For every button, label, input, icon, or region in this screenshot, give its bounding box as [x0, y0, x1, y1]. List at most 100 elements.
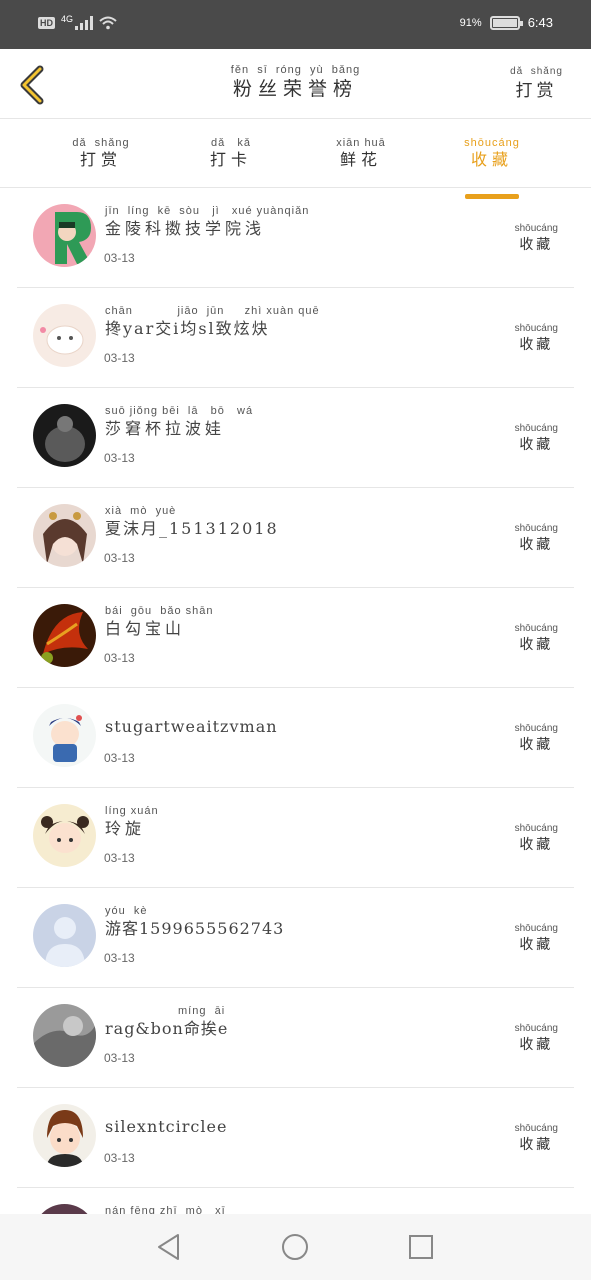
favorite-text: 收藏	[519, 437, 554, 453]
date: 03-13	[104, 451, 135, 465]
user-name-text: 金陵科擞技学院浅	[105, 219, 266, 238]
list-item[interactable]: yóu kè 游客1599655562743 03-13 shōucáng 收藏	[17, 888, 574, 988]
tab-bar: dǎ shǎng 打赏 dǎ kǎ 打卡 xiān huā 鲜花 shōucán…	[0, 120, 591, 199]
signal-indicators: HD 4G	[38, 14, 117, 30]
battery-percent: 91%	[459, 16, 482, 29]
title-text: 粉丝荣誉榜	[232, 78, 358, 100]
avatar	[33, 1104, 96, 1167]
user-name-pinyin: jīn líng kē sòu jì xué yuànqiǎn	[105, 205, 310, 217]
user-name-text: 莎窘杯拉波娃	[105, 419, 226, 438]
favorite-text: 收藏	[519, 837, 554, 853]
avatar	[33, 804, 96, 867]
tab-reward-pinyin: dǎ shǎng	[72, 137, 130, 149]
user-name-pinyin: suō jiǒng bēi lā bō wá	[105, 405, 254, 417]
user-name-pinyin: chān jiāo jūn zhì xuàn quē	[105, 305, 320, 317]
user-name-pinyin: bái gōu bǎo shān	[105, 605, 214, 617]
reward-pinyin: dǎ shǎng	[510, 66, 563, 77]
favorite-text: 收藏	[519, 937, 554, 953]
favorite-pinyin: shōucáng	[514, 423, 558, 434]
user-name: chān jiāo jūn zhì xuàn quē 搀yar交i均sl致炫炔	[105, 304, 320, 340]
favorite-pinyin: shōucáng	[514, 723, 558, 734]
recents-square-icon[interactable]	[406, 1232, 436, 1262]
user-name-pinyin: líng xuán	[105, 805, 159, 817]
hd-badge: HD	[38, 17, 55, 29]
list-item[interactable]: stugartweaitzvman 03-13 shōucáng 收藏	[17, 688, 574, 788]
favorite-label: shōucáng 收藏	[515, 622, 558, 654]
network-gen: 4G	[61, 14, 74, 24]
user-name: jīn líng kē sòu jì xué yuànqiǎn 金陵科擞技学院浅	[105, 204, 309, 240]
favorite-text: 收藏	[519, 1137, 554, 1153]
favorite-label: shōucáng 收藏	[515, 222, 558, 254]
user-name-text: stugartweaitzvman	[105, 717, 278, 736]
tab-flowers-label: 鲜花	[339, 150, 382, 169]
tab-reward[interactable]: dǎ shǎng 打赏	[56, 136, 146, 170]
favorite-text: 收藏	[519, 737, 554, 753]
user-name-text: 搀yar交i均sl致炫炔	[105, 319, 270, 338]
date: 03-13	[104, 251, 135, 265]
avatar	[33, 504, 96, 567]
back-triangle-icon[interactable]	[154, 1232, 184, 1262]
date: 03-13	[104, 351, 135, 365]
tab-favorites-label: 收藏	[470, 150, 513, 169]
list-item[interactable]: chān jiāo jūn zhì xuàn quē 搀yar交i均sl致炫炔 …	[17, 288, 574, 388]
date: 03-13	[104, 751, 135, 765]
favorite-pinyin: shōucáng	[514, 323, 558, 334]
list-item[interactable]: míng āi rag&bon命挨e 03-13 shōucáng 收藏	[17, 988, 574, 1088]
date: 03-13	[104, 1151, 135, 1165]
tab-checkin[interactable]: dǎ kǎ 打卡	[186, 136, 276, 170]
home-circle-icon[interactable]	[280, 1232, 310, 1262]
battery-icon	[489, 15, 523, 30]
favorite-label: shōucáng 收藏	[515, 1122, 558, 1154]
favorite-text: 收藏	[519, 1037, 554, 1053]
list-item[interactable]: líng xuán 玲旋 03-13 shōucáng 收藏	[17, 788, 574, 888]
tab-reward-label: 打赏	[79, 150, 122, 169]
avatar	[33, 604, 96, 667]
favorite-label: shōucáng 收藏	[515, 322, 558, 354]
user-name: líng xuán 玲旋	[105, 804, 159, 840]
favorite-label: shōucáng 收藏	[515, 1022, 558, 1054]
reward-button[interactable]: dǎ shǎng 打赏	[510, 65, 563, 103]
user-name: míng āi rag&bon命挨e	[105, 1004, 228, 1040]
favorite-pinyin: shōucáng	[514, 523, 558, 534]
favorite-text: 收藏	[519, 637, 554, 653]
avatar	[33, 1004, 96, 1067]
page-header: fěn sī róng yù bǎng 粉丝荣誉榜 dǎ shǎng 打赏	[0, 49, 591, 119]
avatar	[33, 404, 96, 467]
favorite-label: shōucáng 收藏	[515, 522, 558, 554]
system-nav-bar	[0, 1214, 591, 1280]
list-item[interactable]: xià mò yuè 夏沫月_151312018 03-13 shōucáng …	[17, 488, 574, 588]
tab-favorites[interactable]: shōucáng 收藏	[447, 136, 537, 199]
favorite-text: 收藏	[519, 537, 554, 553]
date: 03-13	[104, 551, 135, 565]
tab-flowers[interactable]: xiān huā 鲜花	[316, 136, 406, 170]
favorite-label: shōucáng 收藏	[515, 922, 558, 954]
user-name-text: 白勾宝山	[105, 619, 186, 638]
user-name-pinyin: xià mò yuè	[105, 505, 177, 517]
avatar	[33, 304, 96, 367]
user-name-text: 游客1599655562743	[105, 919, 285, 938]
date: 03-13	[104, 651, 135, 665]
favorite-text: 收藏	[519, 337, 554, 353]
avatar	[33, 904, 96, 967]
avatar	[33, 704, 96, 767]
page-title: fěn sī róng yù bǎng 粉丝荣誉榜	[0, 63, 591, 101]
list-item[interactable]: jīn líng kē sòu jì xué yuànqiǎn 金陵科擞技学院浅…	[17, 188, 574, 288]
reward-label: 打赏	[515, 81, 558, 101]
list-item[interactable]: silexntcirclee 03-13 shōucáng 收藏	[17, 1088, 574, 1188]
user-name-text: rag&bon命挨e	[105, 1019, 229, 1038]
user-name-text: silexntcirclee	[105, 1117, 228, 1136]
tab-checkin-label: 打卡	[209, 150, 252, 169]
favorite-pinyin: shōucáng	[514, 1023, 558, 1034]
status-right: 91% 6:43	[460, 15, 553, 30]
date: 03-13	[104, 851, 135, 865]
avatar	[33, 204, 96, 267]
favorite-pinyin: shōucáng	[514, 1123, 558, 1134]
clock: 6:43	[527, 15, 553, 30]
user-name-text: 夏沫月_151312018	[105, 519, 279, 538]
tab-flowers-pinyin: xiān huā	[336, 137, 386, 149]
user-name-pinyin: yóu kè	[105, 905, 148, 917]
list-item[interactable]: bái gōu bǎo shān 白勾宝山 03-13 shōucáng 收藏	[17, 588, 574, 688]
list-item[interactable]: suō jiǒng bēi lā bō wá 莎窘杯拉波娃 03-13 shōu…	[17, 388, 574, 488]
fan-list: jīn líng kē sòu jì xué yuànqiǎn 金陵科擞技学院浅…	[0, 188, 591, 1280]
favorite-label: shōucáng 收藏	[515, 422, 558, 454]
